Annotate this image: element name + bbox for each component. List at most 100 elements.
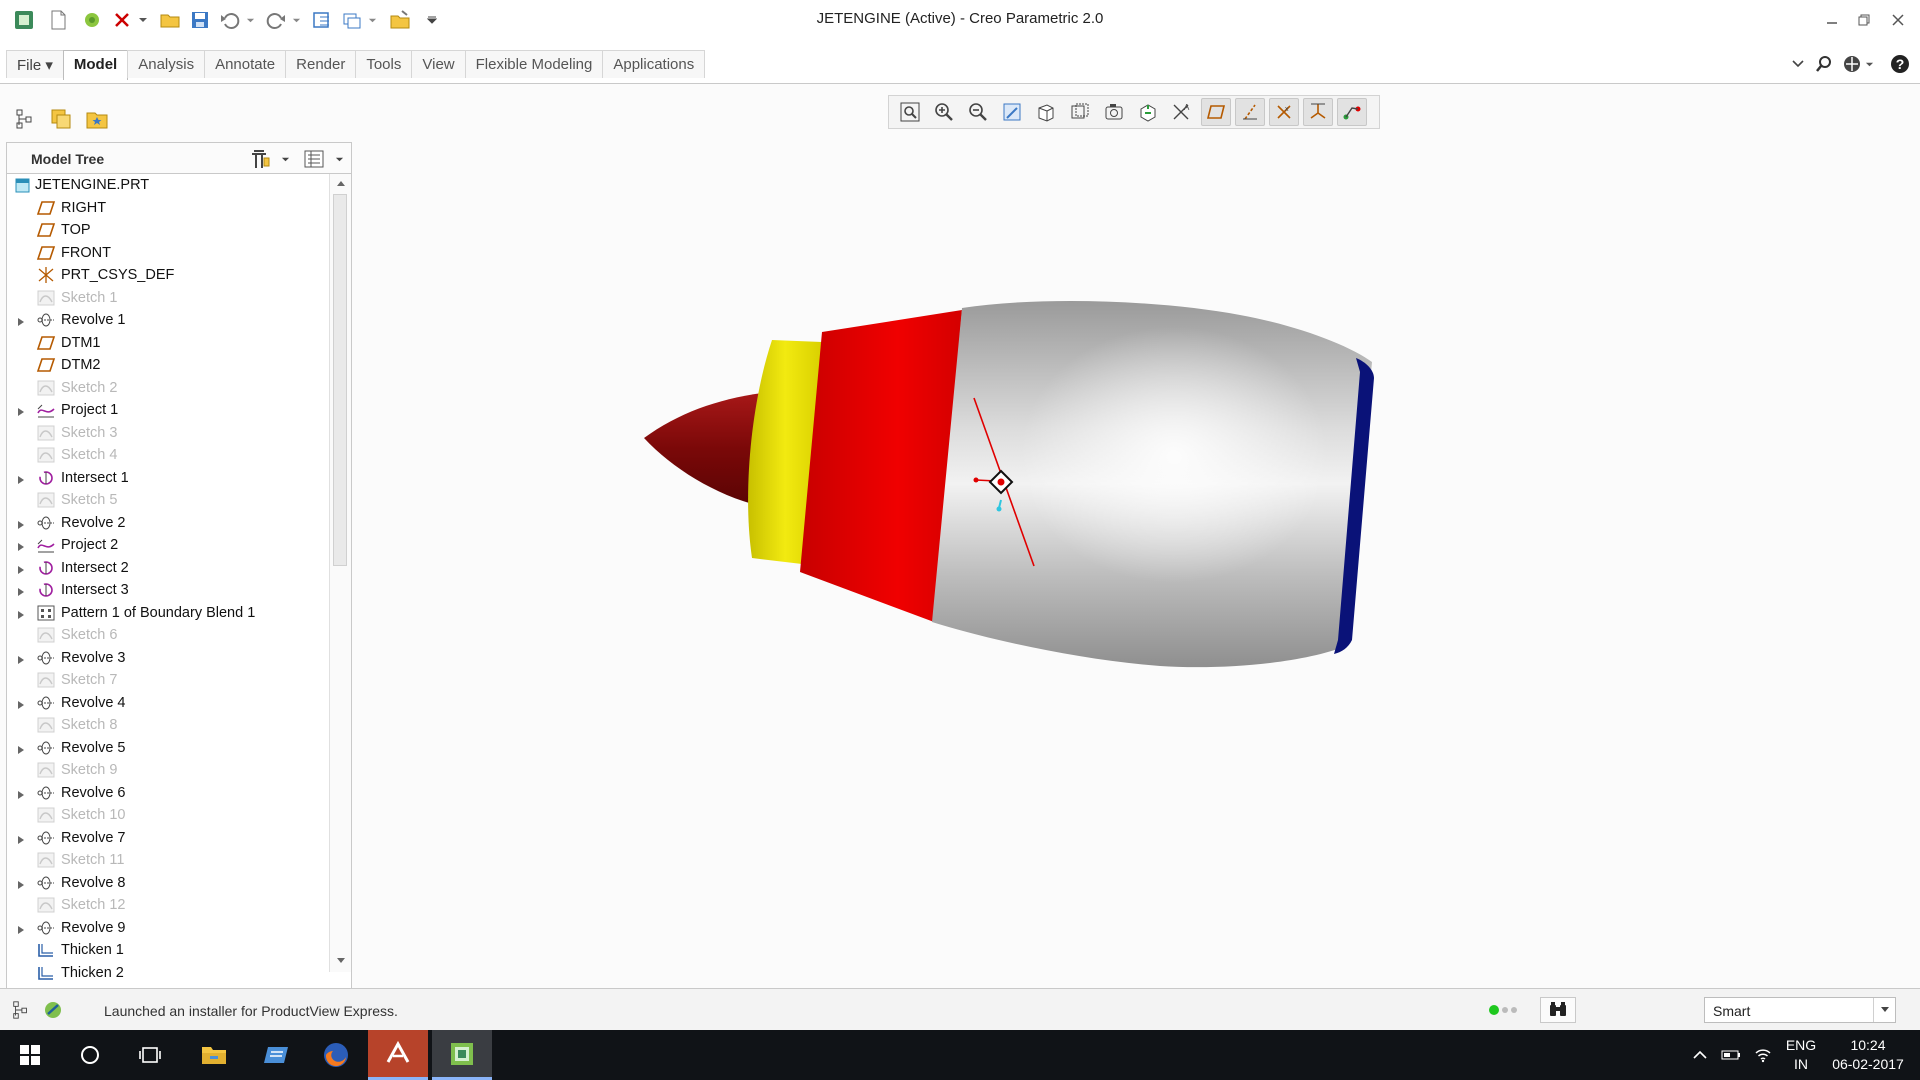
tree-item[interactable]: Intersect 3 bbox=[7, 579, 329, 602]
tree-item[interactable]: RIGHT bbox=[7, 197, 329, 220]
tree-item[interactable]: Sketch 3 bbox=[7, 422, 329, 445]
tab-view[interactable]: View bbox=[411, 50, 466, 78]
point-display-icon[interactable]: x bbox=[1269, 98, 1299, 126]
tree-item[interactable]: Sketch 1 bbox=[7, 287, 329, 310]
autodesk-icon[interactable] bbox=[368, 1030, 428, 1080]
annotation-display-icon[interactable]: A bbox=[1167, 98, 1197, 126]
scroll-down-icon[interactable] bbox=[330, 952, 351, 970]
expand-arrow-icon[interactable] bbox=[16, 608, 26, 619]
axis-display-icon[interactable] bbox=[1235, 98, 1265, 126]
tree-item[interactable]: Sketch 6 bbox=[7, 624, 329, 647]
expand-arrow-icon[interactable] bbox=[16, 878, 26, 889]
expand-arrow-icon[interactable] bbox=[16, 653, 26, 664]
expand-arrow-icon[interactable] bbox=[16, 743, 26, 754]
tree-item[interactable]: PRT_CSYS_DEF bbox=[7, 264, 329, 287]
zoom-in-icon[interactable] bbox=[929, 98, 959, 126]
tree-item[interactable]: JETENGINE.PRT bbox=[7, 174, 329, 197]
tab-annotate[interactable]: Annotate bbox=[204, 50, 287, 78]
repaint-icon[interactable] bbox=[997, 98, 1027, 126]
tab-file[interactable]: File ▾ bbox=[6, 50, 64, 78]
tree-item[interactable]: Revolve 2 bbox=[7, 512, 329, 535]
tree-item[interactable]: Thicken 1 bbox=[7, 939, 329, 962]
tree-item[interactable]: Sketch 4 bbox=[7, 444, 329, 467]
tab-applications[interactable]: Applications bbox=[602, 50, 706, 78]
tree-columns-chevron-icon[interactable] bbox=[333, 147, 345, 171]
chevron-down-icon[interactable] bbox=[1873, 998, 1895, 1022]
tree-item[interactable]: DTM1 bbox=[7, 332, 329, 355]
app-icon[interactable] bbox=[246, 1030, 306, 1080]
jet-engine-model[interactable] bbox=[356, 134, 1920, 984]
refit-icon[interactable] bbox=[895, 98, 925, 126]
regenerate-model-icon[interactable] bbox=[310, 8, 334, 32]
expand-arrow-icon[interactable] bbox=[16, 585, 26, 596]
customize-toolbar-icon[interactable] bbox=[424, 8, 440, 32]
task-view-icon[interactable] bbox=[120, 1030, 180, 1080]
minimize-icon[interactable] bbox=[1816, 6, 1848, 34]
show-hidden-icons-icon[interactable] bbox=[1688, 1030, 1712, 1080]
tree-item[interactable]: Revolve 9 bbox=[7, 917, 329, 940]
expand-arrow-icon[interactable] bbox=[16, 788, 26, 799]
tab-analysis[interactable]: Analysis bbox=[127, 50, 206, 78]
close-file-icon[interactable] bbox=[388, 8, 412, 32]
close-icon[interactable] bbox=[1882, 6, 1914, 34]
model-tree-tab-icon[interactable] bbox=[10, 104, 40, 134]
open-folder-icon[interactable] bbox=[158, 8, 182, 32]
tab-model[interactable]: Model bbox=[62, 50, 129, 80]
windows-start-icon[interactable] bbox=[0, 1030, 60, 1080]
appearance-display-icon[interactable] bbox=[1337, 98, 1367, 126]
selection-filter[interactable]: Smart bbox=[1704, 997, 1896, 1023]
expand-arrow-icon[interactable] bbox=[16, 923, 26, 934]
tree-item[interactable]: TOP bbox=[7, 219, 329, 242]
help-icon[interactable]: ? bbox=[1888, 52, 1912, 76]
tree-item[interactable]: Revolve 4 bbox=[7, 692, 329, 715]
saved-orientations-icon[interactable] bbox=[1065, 98, 1095, 126]
tree-item[interactable]: Intersect 2 bbox=[7, 557, 329, 580]
regeneration-status-icon[interactable] bbox=[1488, 997, 1522, 1023]
tree-settings-icon[interactable] bbox=[247, 147, 273, 171]
expand-arrow-icon[interactable] bbox=[16, 473, 26, 484]
restore-icon[interactable] bbox=[1848, 6, 1880, 34]
regenerate-icon[interactable] bbox=[80, 8, 104, 32]
tree-item[interactable]: Sketch 12 bbox=[7, 894, 329, 917]
battery-icon[interactable] bbox=[1718, 1030, 1744, 1080]
tree-scrollbar[interactable] bbox=[329, 174, 351, 972]
minimize-ribbon-icon[interactable] bbox=[1786, 52, 1810, 76]
tree-item[interactable]: Sketch 5 bbox=[7, 489, 329, 512]
expand-arrow-icon[interactable] bbox=[16, 540, 26, 551]
show-browser-icon[interactable] bbox=[40, 997, 66, 1023]
community-icon[interactable] bbox=[1840, 52, 1864, 76]
tree-item[interactable]: Sketch 9 bbox=[7, 759, 329, 782]
tree-item[interactable]: Revolve 7 bbox=[7, 827, 329, 850]
creo-app-icon[interactable] bbox=[12, 8, 36, 32]
expand-arrow-icon[interactable] bbox=[16, 315, 26, 326]
tab-tools[interactable]: Tools bbox=[355, 50, 413, 78]
redo-icon[interactable] bbox=[264, 8, 288, 32]
tree-item[interactable]: Sketch 7 bbox=[7, 669, 329, 692]
expand-arrow-icon[interactable] bbox=[16, 698, 26, 709]
folder-browser-icon[interactable] bbox=[46, 104, 76, 134]
expand-arrow-icon[interactable] bbox=[16, 405, 26, 416]
tree-item[interactable]: Sketch 2 bbox=[7, 377, 329, 400]
tree-columns-icon[interactable] bbox=[301, 147, 327, 171]
named-views-icon[interactable] bbox=[1099, 98, 1129, 126]
tree-item[interactable]: Thicken 2 bbox=[7, 962, 329, 985]
expand-arrow-icon[interactable] bbox=[16, 833, 26, 844]
cortana-icon[interactable] bbox=[60, 1030, 120, 1080]
expand-arrow-icon[interactable] bbox=[16, 518, 26, 529]
new-file-icon[interactable] bbox=[46, 8, 70, 32]
tab-render[interactable]: Render bbox=[285, 50, 357, 78]
find-icon[interactable] bbox=[1540, 997, 1576, 1023]
tree-item[interactable]: Revolve 3 bbox=[7, 647, 329, 670]
scroll-thumb[interactable] bbox=[333, 194, 347, 566]
windows-icon[interactable] bbox=[340, 8, 364, 32]
search-icon[interactable] bbox=[1812, 52, 1836, 76]
display-style-icon[interactable] bbox=[1031, 98, 1061, 126]
zoom-out-icon[interactable] bbox=[963, 98, 993, 126]
tree-item[interactable]: Sketch 8 bbox=[7, 714, 329, 737]
file-explorer-icon[interactable] bbox=[184, 1030, 244, 1080]
tree-item[interactable]: Project 2 bbox=[7, 534, 329, 557]
undo-icon[interactable] bbox=[218, 8, 242, 32]
windows-chevron-icon[interactable] bbox=[366, 8, 378, 32]
tree-item[interactable]: Sketch 11 bbox=[7, 849, 329, 872]
expand-arrow-icon[interactable] bbox=[16, 563, 26, 574]
